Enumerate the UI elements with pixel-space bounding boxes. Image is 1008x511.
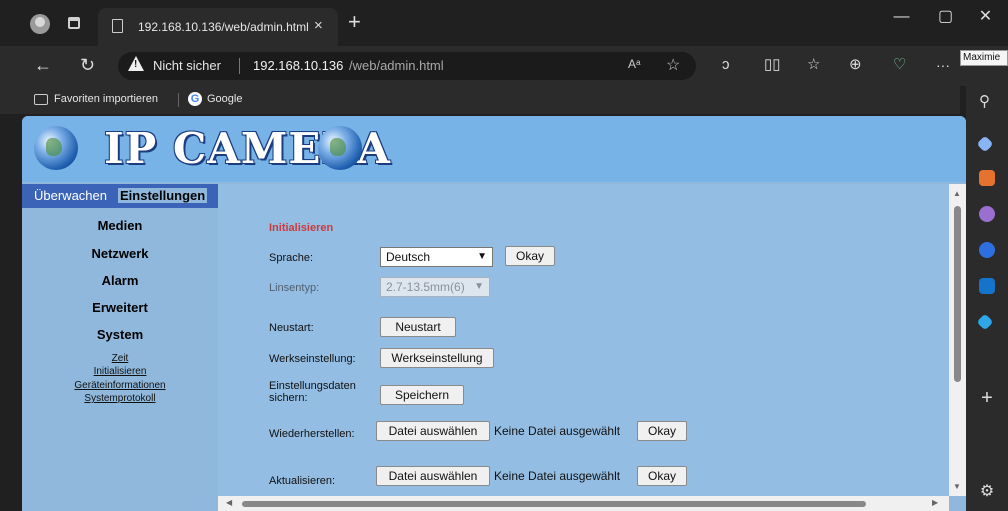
chevron-down-icon: ▼ xyxy=(474,281,484,292)
backup-label-2: sichern: xyxy=(269,392,308,404)
tab-bar: 192.168.10.136/web/admin.html × + — ▢ ✕ xyxy=(0,0,1008,46)
scroll-down-icon[interactable]: ▼ xyxy=(953,482,961,491)
tabs-icon[interactable] xyxy=(68,17,80,29)
add-icon[interactable]: + xyxy=(979,388,995,408)
maximize-button[interactable]: ▢ xyxy=(923,0,968,34)
camera-header: IP CAMERA xyxy=(22,116,966,182)
horizontal-scroll-thumb[interactable] xyxy=(242,501,866,507)
profile-tooltip: Maximie xyxy=(960,50,1008,66)
update-choose-file-button[interactable]: Datei auswählen xyxy=(376,466,490,486)
collections-icon[interactable]: ⊕ xyxy=(849,54,862,76)
save-settings-button[interactable]: Speichern xyxy=(380,385,464,405)
browser-tab[interactable]: 192.168.10.136/web/admin.html × xyxy=(98,8,338,46)
update-label: Aktualisieren: xyxy=(269,475,336,487)
horizontal-scrollbar[interactable]: ◀ ▶ xyxy=(218,496,949,511)
read-aloud-icon[interactable]: Aᵃ xyxy=(628,57,640,71)
language-value: Deutsch xyxy=(386,250,431,264)
favorites-bar: Favoriten importieren G Google xyxy=(0,86,960,114)
settings-nav: Überwachen Einstellungen Medien Netzwerk… xyxy=(22,184,218,511)
factory-label: Werkseinstellung: xyxy=(269,353,356,365)
search-icon[interactable]: ⚲ xyxy=(979,94,995,110)
new-tab-button[interactable]: + xyxy=(348,11,361,33)
restore-no-file-text: Keine Datei ausgewählt xyxy=(494,424,621,438)
restore-okay-button[interactable]: Okay xyxy=(637,421,687,441)
nav-link-initialisieren[interactable]: Initialisieren xyxy=(22,366,218,377)
restart-button[interactable]: Neustart xyxy=(380,317,456,337)
nav-item-erweitert[interactable]: Erweitert xyxy=(22,300,218,315)
favorites-separator xyxy=(178,93,179,107)
copilot-sidebar-icon[interactable] xyxy=(979,242,995,258)
globe-logo-icon xyxy=(34,126,78,170)
import-favorites-icon xyxy=(34,94,48,105)
tab-einstellungen[interactable]: Einstellungen xyxy=(118,188,208,203)
address-separator xyxy=(239,58,240,74)
lens-label: Linsentyp: xyxy=(269,282,320,294)
browser-window: 192.168.10.136/web/admin.html × + — ▢ ✕ … xyxy=(0,0,1008,511)
google-link[interactable]: Google xyxy=(207,93,242,105)
language-select[interactable]: Deutsch ▼ xyxy=(380,247,493,267)
settings-icon[interactable]: ⚙ xyxy=(979,484,995,500)
update-okay-button[interactable]: Okay xyxy=(637,466,687,486)
language-okay-button[interactable]: Okay xyxy=(505,246,555,266)
section-title: Initialisieren xyxy=(269,222,334,234)
import-favorites-link[interactable]: Favoriten importieren xyxy=(54,93,158,105)
restart-label: Neustart: xyxy=(269,322,314,334)
outlook-icon[interactable] xyxy=(979,278,995,294)
insecure-label[interactable]: Nicht sicher xyxy=(153,58,221,73)
nav-item-alarm[interactable]: Alarm xyxy=(22,273,218,288)
favorite-star-icon[interactable]: ☆ xyxy=(666,55,680,75)
telegram-icon[interactable] xyxy=(976,313,994,331)
scroll-left-icon[interactable]: ◀ xyxy=(226,498,232,507)
nav-item-system[interactable]: System xyxy=(22,327,218,342)
vertical-scroll-thumb[interactable] xyxy=(954,206,961,382)
heart-pulse-icon[interactable]: ♡ xyxy=(893,54,906,76)
games-icon[interactable] xyxy=(979,206,995,222)
edge-sidebar: ⚲ + ⚙ xyxy=(966,46,1008,511)
backup-label: Einstellungsdaten xyxy=(269,380,356,392)
tab-title: 192.168.10.136/web/admin.html xyxy=(138,20,309,34)
tab-ueberwachen[interactable]: Überwachen xyxy=(34,188,107,203)
nav-link-geraeteinformationen[interactable]: Geräteinformationen xyxy=(22,380,218,391)
minimize-button[interactable]: — xyxy=(879,0,924,34)
restore-label: Wiederherstellen: xyxy=(269,428,355,440)
vertical-scrollbar[interactable]: ▲ ▼ xyxy=(949,184,966,496)
address-bar[interactable]: Nicht sicher 192.168.10.136 /web/admin.h… xyxy=(118,52,696,80)
lens-select: 2.7-13.5mm(6) ▼ xyxy=(380,277,490,297)
url-host[interactable]: 192.168.10.136 xyxy=(253,58,343,73)
factory-reset-button[interactable]: Werkseinstellung xyxy=(380,348,494,368)
refresh-icon[interactable]: ↻ xyxy=(80,54,95,76)
settings-panel: Initialisieren Sprache: Deutsch ▼ Okay L… xyxy=(218,184,949,496)
nav-item-netzwerk[interactable]: Netzwerk xyxy=(22,246,218,261)
nav-link-systemprotokoll[interactable]: Systemprotokoll xyxy=(22,393,218,404)
close-tab-icon[interactable]: × xyxy=(314,17,323,34)
tag-icon[interactable] xyxy=(976,135,994,153)
address-toolbar: ← ↻ Nicht sicher 192.168.10.136 /web/adm… xyxy=(0,46,1008,86)
update-no-file-text: Keine Datei ausgewählt xyxy=(494,469,621,483)
copilot-icon[interactable]: ↄ xyxy=(722,54,730,76)
more-menu-button[interactable]: ··· xyxy=(936,54,950,76)
briefcase-icon[interactable] xyxy=(979,170,995,186)
nav-link-zeit[interactable]: Zeit xyxy=(22,353,218,364)
language-label: Sprache: xyxy=(269,252,314,264)
favorites-icon[interactable]: ☆ xyxy=(807,54,820,76)
nav-item-medien[interactable]: Medien xyxy=(22,218,218,233)
scroll-right-icon[interactable]: ▶ xyxy=(932,498,938,507)
url-path[interactable]: /web/admin.html xyxy=(349,58,444,73)
google-icon: G xyxy=(188,92,202,106)
lens-value: 2.7-13.5mm(6) xyxy=(386,280,465,294)
back-icon[interactable]: ← xyxy=(34,54,52,76)
web-content: IP CAMERA Überwachen Einstellungen Medie… xyxy=(22,116,966,511)
profile-icon[interactable] xyxy=(30,14,50,34)
split-screen-icon[interactable]: ▯▯ xyxy=(764,54,781,76)
globe-logo-icon xyxy=(318,126,362,170)
chevron-down-icon: ▼ xyxy=(477,251,487,262)
page-icon xyxy=(112,19,123,33)
restore-choose-file-button[interactable]: Datei auswählen xyxy=(376,421,490,441)
close-window-button[interactable]: ✕ xyxy=(963,0,1008,34)
warning-icon[interactable] xyxy=(128,56,144,71)
nav-tabs: Überwachen Einstellungen xyxy=(22,184,218,208)
scroll-up-icon[interactable]: ▲ xyxy=(953,189,961,198)
